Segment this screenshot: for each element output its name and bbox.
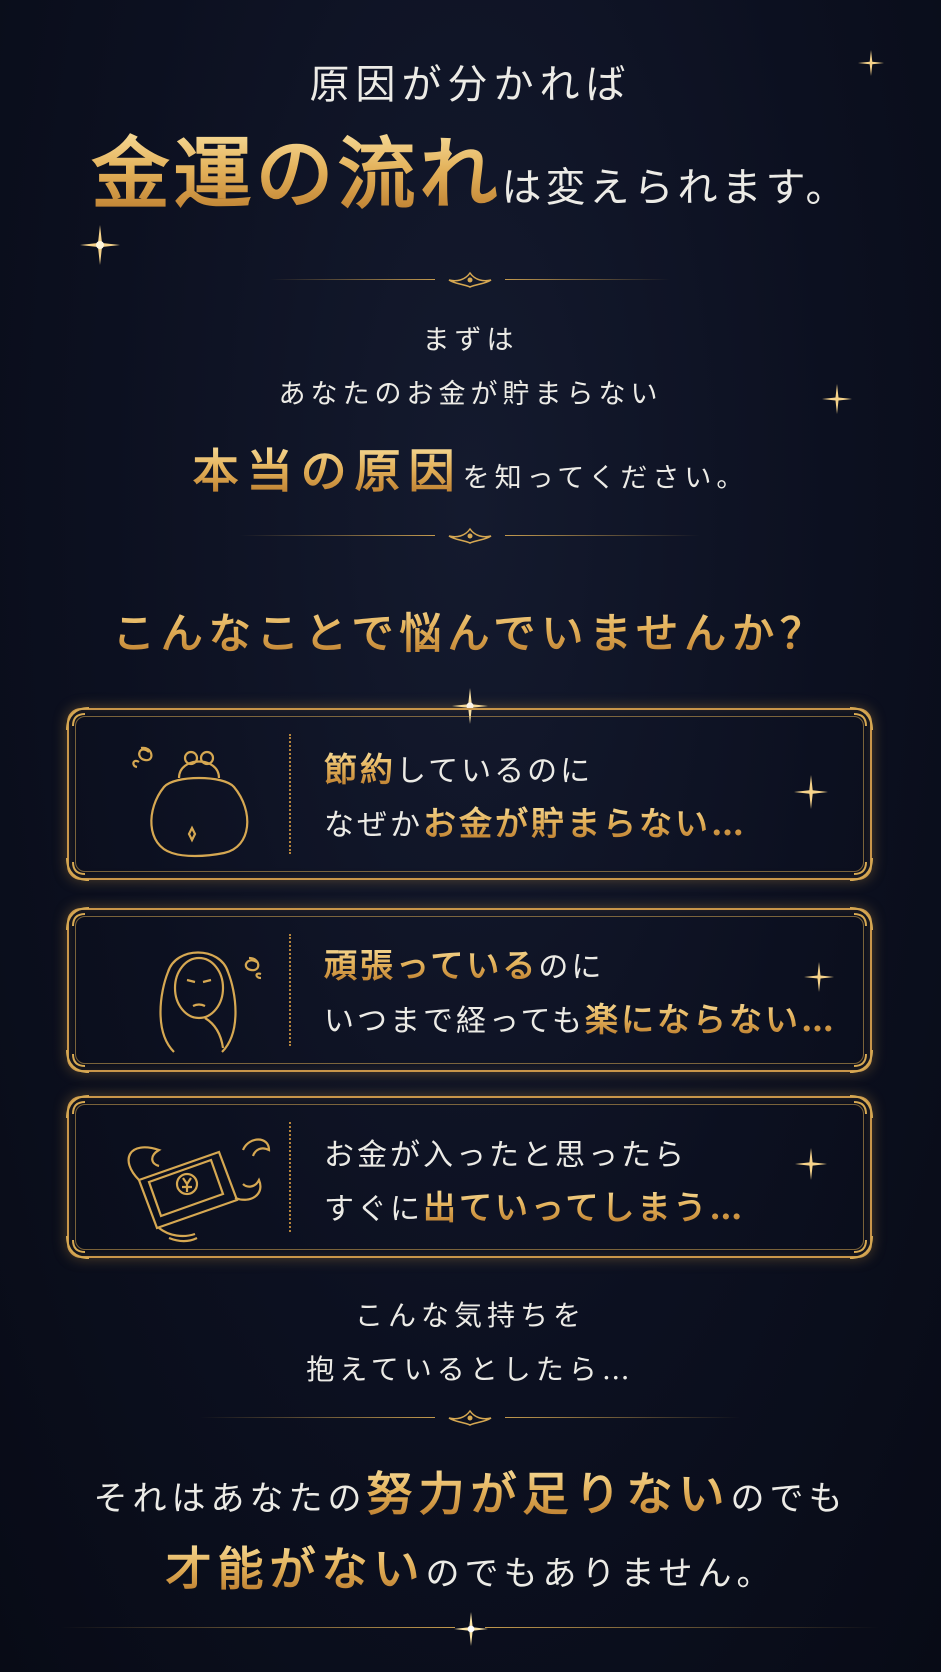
corner-ornament-icon xyxy=(66,907,90,931)
corner-ornament-icon xyxy=(66,1235,90,1259)
final-1-a: それはあなたの xyxy=(93,1479,367,1519)
purse-icon xyxy=(132,746,249,858)
card-separator xyxy=(289,1122,291,1232)
corner-ornament-icon xyxy=(849,1235,873,1259)
hero-line-1: 原因が分かれば xyxy=(309,62,632,108)
middle-line-2: 抱えているとしたら… xyxy=(306,1353,635,1386)
card-separator xyxy=(289,934,291,1046)
intro-line-3: 本当の原因を知ってください。 xyxy=(0,435,941,501)
card-1-line-2: なぜか xyxy=(324,808,423,843)
card-3-line-1: お金が入ったと思ったら xyxy=(324,1138,687,1173)
hero-highlight: 金運の流れ xyxy=(91,129,502,220)
ornament-divider xyxy=(240,526,700,546)
worry-card: お金が入ったと思ったら すぐに出ていってしまう… xyxy=(66,1095,873,1259)
card-text: 頑張っているのに いつまで経っても楽にならない… xyxy=(324,940,850,1048)
corner-ornament-icon xyxy=(849,707,873,731)
card-2-line-1-highlight: 頑張っている xyxy=(324,946,539,985)
corner-ornament-icon xyxy=(66,707,90,731)
corner-ornament-icon xyxy=(849,907,873,931)
card-3-line-2: すぐに xyxy=(324,1192,423,1227)
corner-ornament-icon xyxy=(849,1095,873,1119)
card-3-line-2-highlight: 出ていってしまう… xyxy=(423,1188,746,1227)
card-2-line-2: いつまで経っても xyxy=(324,1004,585,1039)
flying-money-icon xyxy=(127,1138,271,1243)
card-1-line-1: しているのに xyxy=(396,754,594,789)
final-1-b: のでも xyxy=(730,1479,848,1519)
intro-line-2: あなたのお金が貯まらない xyxy=(278,379,663,410)
final-2-highlight: 才能がない xyxy=(165,1542,426,1596)
sparkle-icon xyxy=(80,225,120,265)
hero-rest: は変えられます。 xyxy=(501,165,850,211)
corner-ornament-icon xyxy=(849,857,873,881)
card-text: 節約しているのに なぜかお金が貯まらない… xyxy=(324,744,850,852)
card-1-line-2-highlight: お金が貯まらない… xyxy=(423,804,747,843)
middle-line-1: こんな気持ちを xyxy=(354,1299,586,1332)
card-2-line-2-highlight: 楽にならない… xyxy=(585,1000,837,1039)
corner-ornament-icon xyxy=(849,1049,873,1073)
worry-card: 頑張っているのに いつまで経っても楽にならない… xyxy=(66,907,873,1073)
worry-card: 節約しているのに なぜかお金が貯まらない… xyxy=(66,707,873,881)
intro-highlight: 本当の原因 xyxy=(192,444,463,498)
final-1-highlight: 努力が足りない xyxy=(366,1467,731,1521)
ornament-divider xyxy=(200,1408,740,1428)
final-line-1: それはあなたの努力が足りないのでも xyxy=(0,1458,941,1524)
corner-ornament-icon xyxy=(66,857,90,881)
intro-line-1: まずは xyxy=(422,325,519,356)
final-2-rest: のでもありません。 xyxy=(425,1554,776,1594)
card-text: お金が入ったと思ったら すぐに出ていってしまう… xyxy=(324,1128,850,1236)
worried-woman-icon xyxy=(159,951,262,1053)
card-1-line-1-highlight: 節約 xyxy=(324,750,396,789)
intro-rest: を知ってください。 xyxy=(462,463,749,494)
bottom-divider xyxy=(60,1618,880,1638)
ornament-divider xyxy=(270,270,670,290)
corner-ornament-icon xyxy=(66,1095,90,1119)
question-heading: こんなことで悩んでいませんか？ xyxy=(0,600,941,661)
card-2-line-1: のに xyxy=(538,950,605,985)
hero-line-2: 金運の流れは変えられます。 xyxy=(0,112,941,224)
card-separator xyxy=(289,734,291,854)
corner-ornament-icon xyxy=(66,1049,90,1073)
page: 原因が分かれば 金運の流れは変えられます。 まずは あなたのお金が貯まらない 本… xyxy=(0,0,941,1672)
final-line-2: 才能がないのでもありません。 xyxy=(0,1533,941,1599)
